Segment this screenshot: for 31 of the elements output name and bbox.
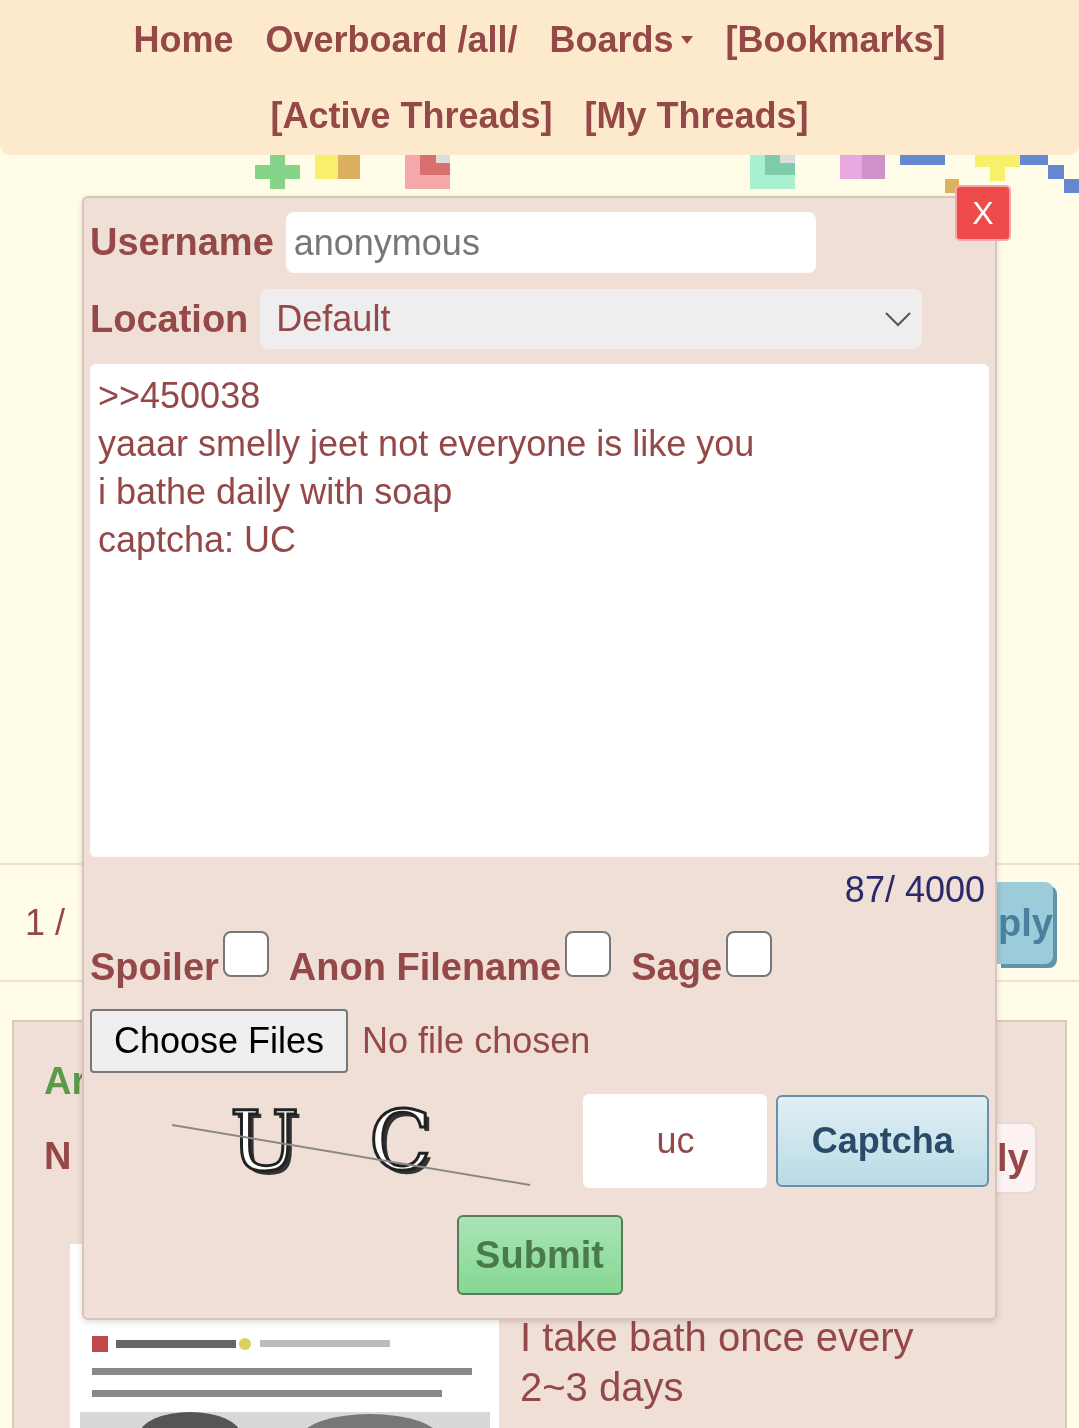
reply-button[interactable]: ly [997, 1122, 1037, 1194]
option-label: Spoiler [90, 946, 219, 989]
character-counter: 87/ 4000 [843, 869, 986, 911]
captcha-field[interactable]: uc [583, 1094, 768, 1188]
captcha-button[interactable]: Captcha [776, 1095, 989, 1187]
poster-name: Ar [44, 1060, 87, 1103]
nav-link[interactable]: [My Threads] [584, 94, 809, 137]
submit-button[interactable]: Submit [456, 1215, 623, 1295]
checkbox[interactable] [222, 931, 269, 977]
post-number: N [44, 1135, 72, 1178]
option-label: Anon Filename [288, 946, 562, 989]
nav-link[interactable]: Boards [549, 18, 694, 61]
file-status: No file chosen [362, 1020, 591, 1062]
post-text: 2~3 days [520, 1364, 685, 1411]
field-label: Username [90, 221, 274, 264]
close-button[interactable]: X [955, 185, 1011, 241]
checkbox[interactable] [565, 931, 612, 977]
nav-link[interactable]: [Bookmarks] [725, 18, 946, 61]
page-number: 1 / [25, 901, 66, 944]
nav-link[interactable]: Overboard /all/ [265, 18, 518, 61]
message-field[interactable]: >>450038 yaaar smelly jeet not everyone is like you i bathe daily with soap captcha: UC [90, 364, 989, 857]
chevron-icon [884, 311, 913, 327]
username-field[interactable]: anonymous [285, 212, 816, 273]
field-label: Location [90, 297, 249, 341]
checkbox[interactable] [726, 931, 772, 977]
option-label: Sage [631, 946, 722, 989]
location-dropdown[interactable]: Default [260, 289, 923, 349]
choose-files-button[interactable]: Choose Files [90, 1009, 349, 1073]
nav-link[interactable]: [Active Threads] [270, 94, 553, 137]
post-text: I take bath once every [520, 1314, 914, 1361]
nav-link[interactable]: Home [133, 18, 234, 61]
